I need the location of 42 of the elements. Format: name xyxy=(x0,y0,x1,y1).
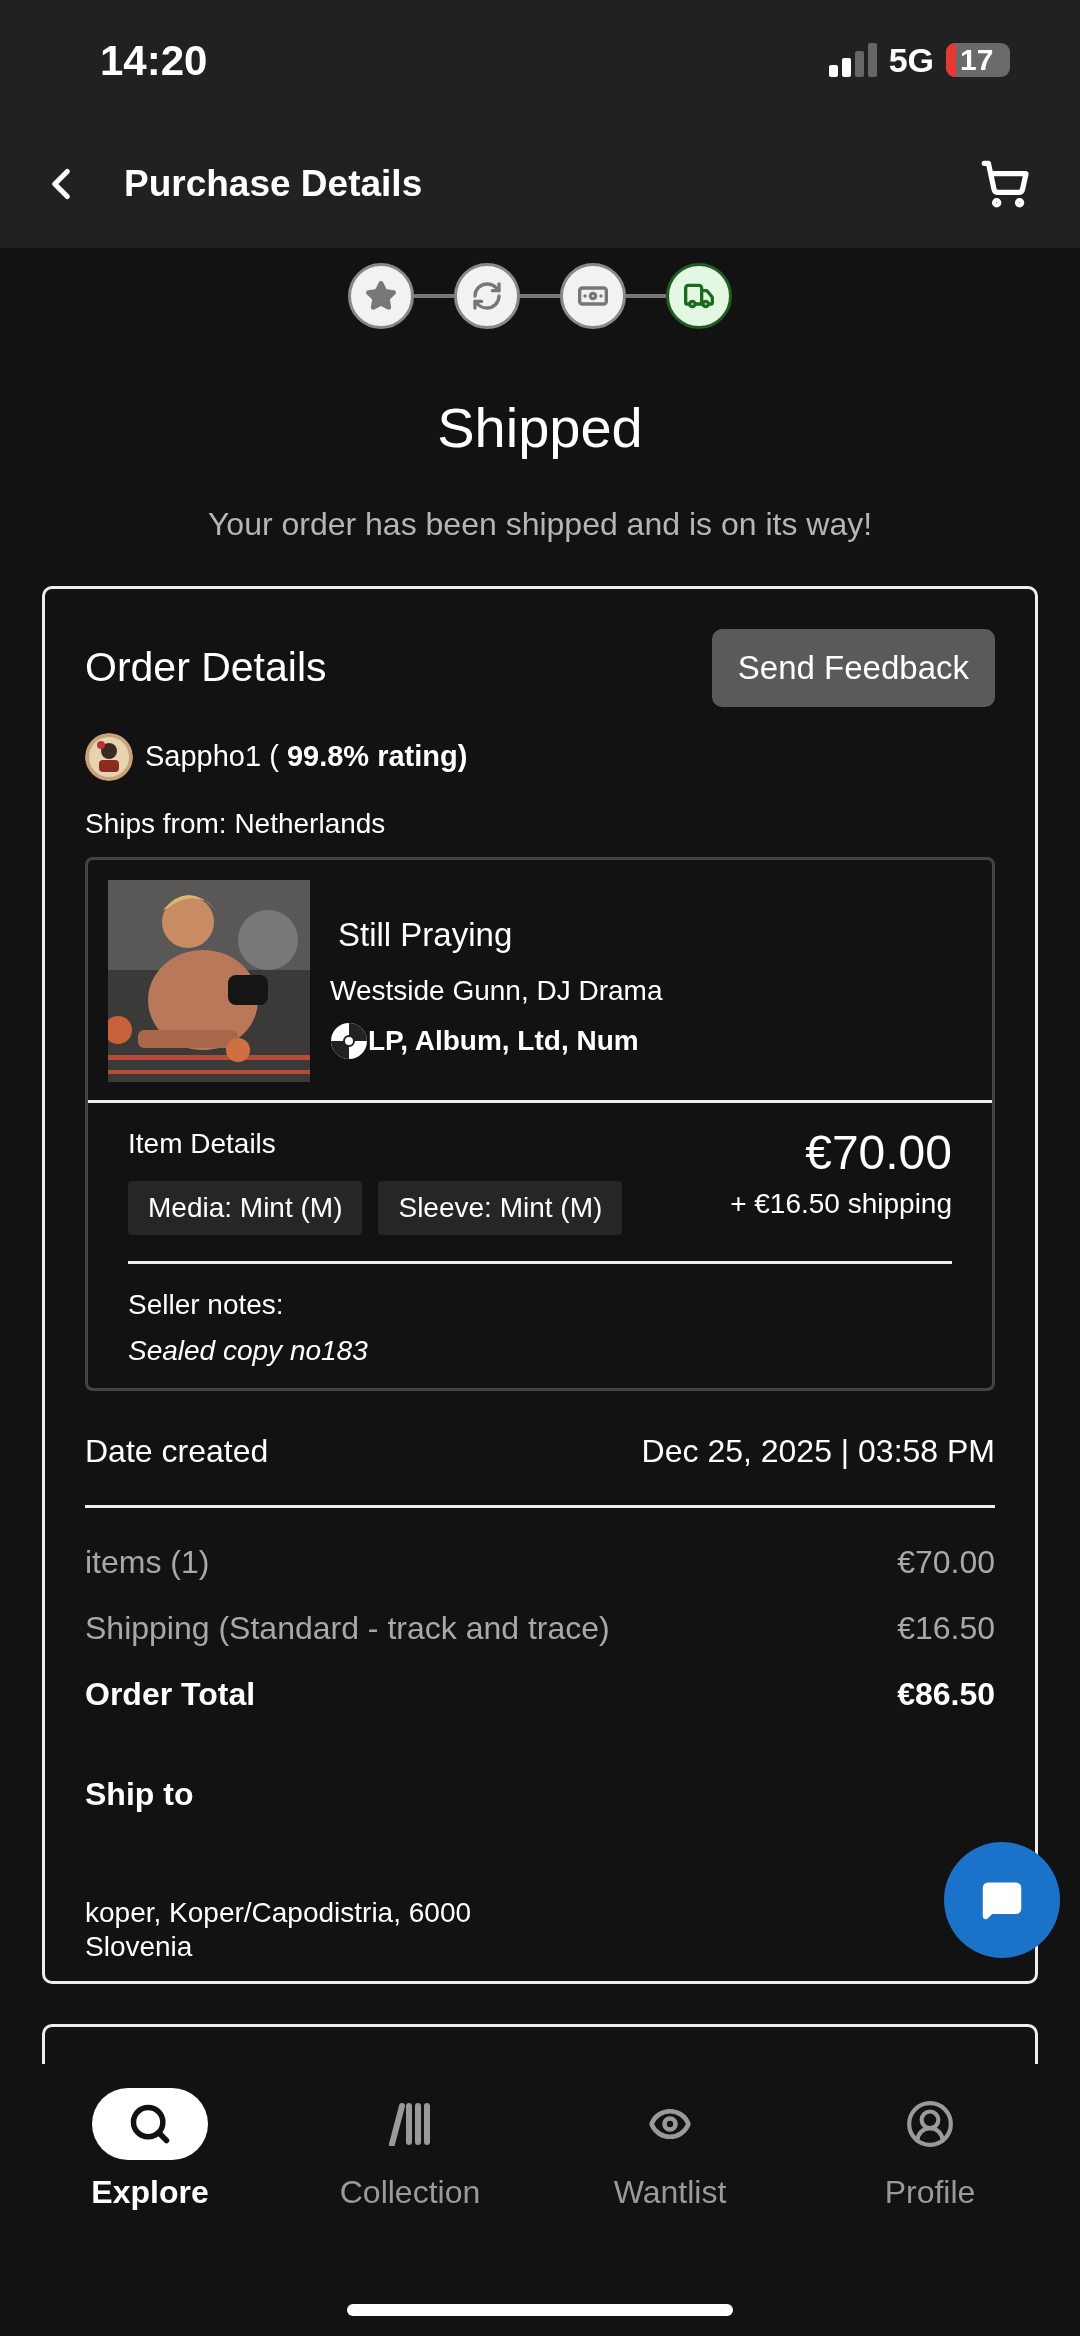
vinyl-icon xyxy=(330,1021,368,1060)
item-price: €70.00 xyxy=(805,1125,952,1181)
nav-tab[interactable]: Profile xyxy=(830,2088,1030,2216)
cart-button[interactable] xyxy=(980,159,1030,209)
date-value: Dec 25, 2025 | 03:58 PM xyxy=(641,1432,995,1471)
status-message: Your order has been shipped and is on its way! xyxy=(206,505,874,544)
item-artist: Westside Gunn, DJ Drama xyxy=(330,973,663,1008)
summary-amount: €86.50 xyxy=(897,1675,995,1714)
summary-label: Shipping (Standard - track and trace) xyxy=(85,1609,610,1648)
records-icon xyxy=(388,2102,432,2146)
seller-info: Sappho1 ( 99.8% rating) xyxy=(145,739,468,775)
summary-label: items (1) xyxy=(85,1543,210,1582)
address-line: Slovenia xyxy=(85,1930,194,1964)
sync-icon xyxy=(471,280,503,312)
date-label: Date created xyxy=(85,1432,269,1471)
summary-label: Order Total xyxy=(85,1675,256,1714)
condition-tag: Sleeve: Mint (M) xyxy=(378,1181,623,1235)
nav-tab[interactable]: Collection xyxy=(310,2088,510,2216)
network-label: 5G xyxy=(888,39,934,81)
condition-tag: Media: Mint (M) xyxy=(128,1181,363,1235)
item-title: Still Praying xyxy=(338,915,514,955)
shipping-price: + €16.50 shipping xyxy=(730,1187,952,1221)
seller-notes: Sealed copy no183 xyxy=(128,1334,369,1368)
star-icon xyxy=(365,280,397,312)
status-time: 14:20 xyxy=(100,35,208,86)
search-icon xyxy=(128,2102,172,2146)
ship-to-title: Ship to xyxy=(85,1775,195,1814)
ships-from: Ships from: Netherlands xyxy=(85,807,387,841)
feedback-button[interactable]: Send Feedback xyxy=(711,629,995,707)
summary-amount: €16.50 xyxy=(897,1609,995,1648)
signal-icon xyxy=(828,43,877,77)
nav-tab[interactable]: Wantlist xyxy=(570,2088,770,2216)
item-format: LP, Album, Ltd, Num xyxy=(368,1023,639,1058)
nav-tab[interactable]: Explore xyxy=(50,2088,250,2216)
page-title: Purchase Details xyxy=(124,162,424,207)
summary-amount: €70.00 xyxy=(897,1543,995,1582)
card-title: Order Details xyxy=(85,643,327,693)
profile-icon xyxy=(905,2099,955,2149)
section-label: Item Details xyxy=(128,1127,277,1161)
notes-label: Seller notes: xyxy=(128,1288,285,1322)
address-line: koper, Koper/Capodistria, 6000 xyxy=(85,1896,473,1930)
battery-indicator: 17 xyxy=(946,43,1010,77)
